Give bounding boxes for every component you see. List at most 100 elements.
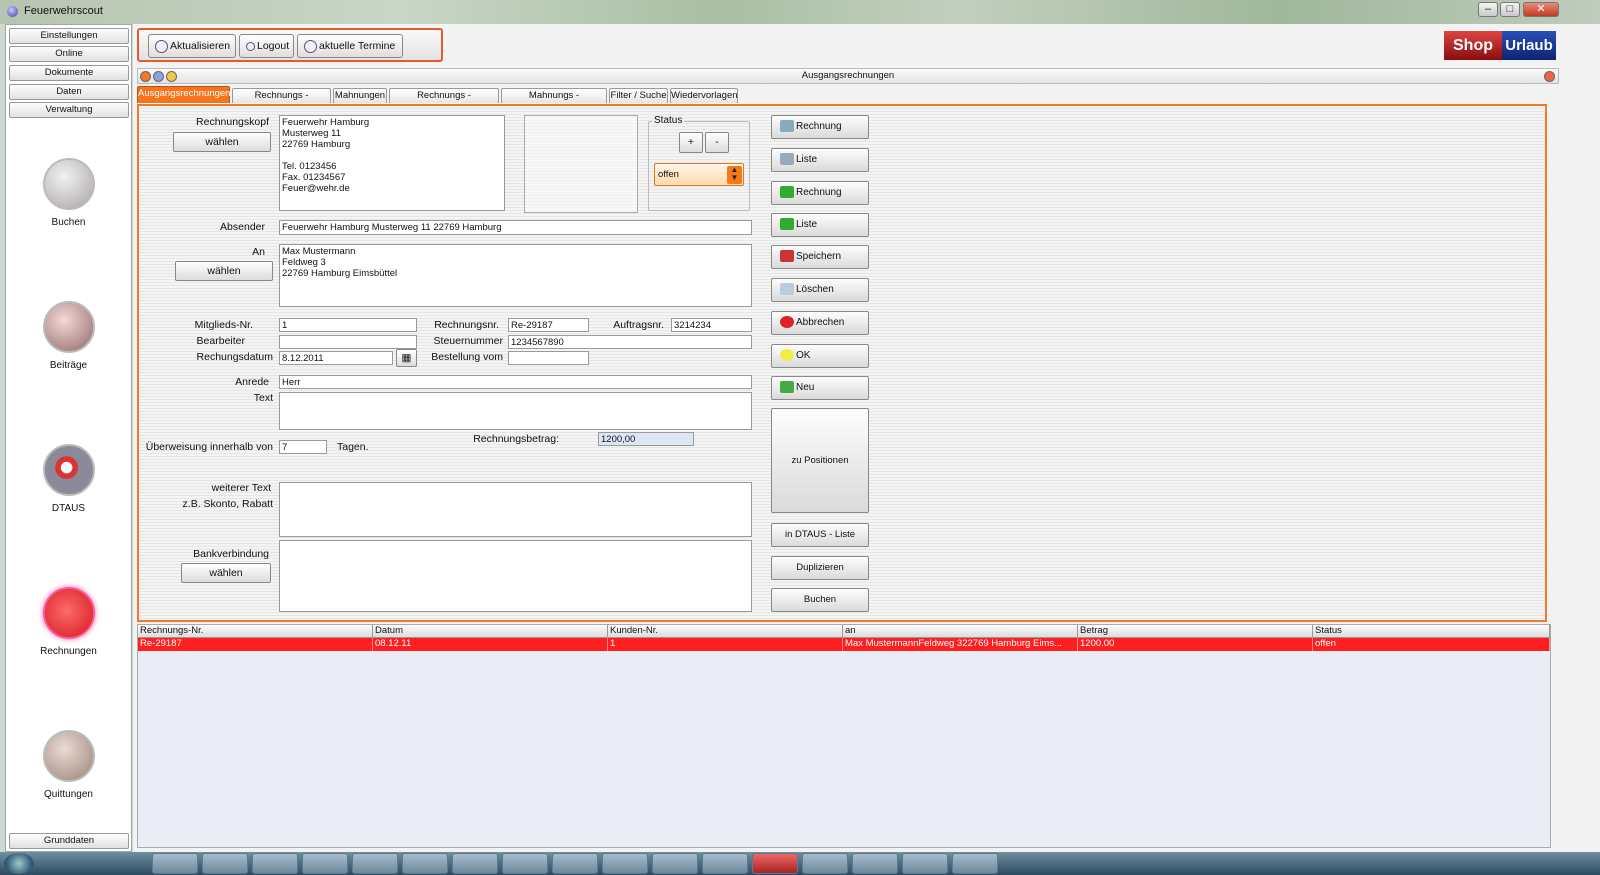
absender-field[interactable]: Feuerwehr Hamburg Musterweg 11 22769 Ham… bbox=[279, 220, 752, 235]
taskbar-app-icon[interactable] bbox=[552, 853, 598, 874]
panel-close-icon[interactable] bbox=[1544, 71, 1555, 82]
logout-button[interactable]: Logout bbox=[239, 34, 294, 58]
receipt-icon[interactable] bbox=[43, 730, 95, 782]
email-list-button[interactable]: Liste bbox=[771, 213, 869, 237]
maximize-button[interactable]: □ bbox=[1500, 2, 1520, 17]
menu-online[interactable]: Online bbox=[9, 46, 129, 62]
anrede-field[interactable]: Herr bbox=[279, 375, 752, 389]
print-list-button[interactable]: Liste bbox=[771, 148, 869, 172]
disc-icon[interactable] bbox=[43, 444, 95, 496]
cancel-button[interactable]: Abbrechen bbox=[771, 311, 869, 335]
taskbar-app-icon[interactable] bbox=[852, 853, 898, 874]
mitglied-field[interactable]: 1 bbox=[279, 318, 417, 332]
save-button[interactable]: Speichern bbox=[771, 245, 869, 269]
auftragsnr-field[interactable]: 3214234 bbox=[671, 318, 752, 332]
new-button[interactable]: Neu bbox=[771, 376, 869, 400]
taskbar-app-icon[interactable] bbox=[502, 853, 548, 874]
bestellung-field[interactable] bbox=[508, 351, 589, 365]
taskbar-app-icon[interactable] bbox=[302, 853, 348, 874]
start-button-icon[interactable] bbox=[4, 853, 34, 874]
taskbar-app-icon[interactable] bbox=[402, 853, 448, 874]
tab-ausgangsrechnungen[interactable]: Ausgangsrechnungen bbox=[137, 86, 230, 103]
taskbar-app-icon[interactable] bbox=[252, 853, 298, 874]
book-button[interactable]: Buchen bbox=[771, 588, 869, 612]
table-row[interactable]: Re-29187 08.12.11 1 Max MustermannFeldwe… bbox=[138, 638, 1550, 651]
print-invoice-label: Rechnung bbox=[796, 121, 842, 132]
tab-rechnungs-einstellungen[interactable]: Rechnungs - Einstellungen bbox=[389, 88, 499, 115]
status-minus-button[interactable]: - bbox=[705, 132, 729, 153]
col-header-betrag[interactable]: Betrag bbox=[1078, 625, 1313, 638]
menu-verwaltung[interactable]: Verwaltung bbox=[9, 102, 129, 118]
taskbar-app-icon[interactable] bbox=[202, 853, 248, 874]
refresh-button[interactable]: Aktualisieren bbox=[148, 34, 236, 58]
col-header-status[interactable]: Status bbox=[1313, 625, 1550, 638]
gauge-icon[interactable] bbox=[43, 301, 95, 353]
shop-banner[interactable]: Shop Urlaub bbox=[1444, 31, 1556, 60]
invoice-icon[interactable] bbox=[43, 587, 95, 639]
nav-label-dtaus[interactable]: DTAUS bbox=[6, 503, 131, 514]
menu-grunddaten[interactable]: Grunddaten bbox=[9, 833, 129, 849]
dtaus-list-button[interactable]: in DTAUS - Liste bbox=[771, 523, 869, 547]
status-plus-button[interactable]: + bbox=[679, 132, 703, 153]
minimize-button[interactable]: – bbox=[1478, 2, 1498, 17]
panel-close-dot-icon[interactable] bbox=[140, 71, 151, 82]
panel-title: Ausgangsrechnungen bbox=[801, 70, 895, 81]
panel-maximize-dot-icon[interactable] bbox=[166, 71, 177, 82]
refresh-icon bbox=[155, 39, 168, 53]
col-header-an[interactable]: an bbox=[843, 625, 1078, 638]
weiterer-text-field[interactable] bbox=[279, 482, 752, 537]
taskbar-app-icon[interactable] bbox=[352, 853, 398, 874]
book-icon[interactable] bbox=[43, 158, 95, 210]
an-select-button[interactable]: wählen bbox=[175, 261, 273, 281]
ueberweisung-field[interactable]: 7 bbox=[279, 440, 327, 454]
shop-label[interactable]: Shop bbox=[1444, 31, 1502, 60]
nav-label-quittungen[interactable]: Quittungen bbox=[6, 789, 131, 800]
steuernummer-field[interactable]: 1234567890 bbox=[508, 335, 752, 349]
delete-button[interactable]: Löschen bbox=[771, 278, 869, 302]
panel-minimize-dot-icon[interactable] bbox=[153, 71, 164, 82]
rechnungskopf-field[interactable]: Feuerwehr Hamburg Musterweg 11 22769 Ham… bbox=[279, 115, 505, 211]
close-button[interactable]: ✕ bbox=[1523, 2, 1559, 17]
to-positions-button[interactable]: zu Positionen bbox=[771, 408, 869, 513]
an-field[interactable]: Max Mustermann Feldweg 3 22769 Hamburg E… bbox=[279, 244, 752, 307]
taskbar-app-icon[interactable] bbox=[752, 853, 798, 874]
duplicate-button[interactable]: Duplizieren bbox=[771, 556, 869, 580]
taskbar-app-icon[interactable] bbox=[702, 853, 748, 874]
appointments-button[interactable]: aktuelle Termine bbox=[297, 34, 403, 58]
calendar-picker-icon[interactable]: ▦ bbox=[396, 349, 417, 367]
taskbar-app-icon[interactable] bbox=[452, 853, 498, 874]
urlaub-label[interactable]: Urlaub bbox=[1502, 31, 1556, 60]
tab-wiedervorlagen[interactable]: Wiedervorlagen bbox=[670, 88, 738, 103]
menu-dokumente[interactable]: Dokumente bbox=[9, 65, 129, 81]
col-header-kundennr[interactable]: Kunden-Nr. bbox=[608, 625, 843, 638]
col-header-rechnungsnr[interactable]: Rechnungs-Nr. bbox=[138, 625, 373, 638]
taskbar-app-icon[interactable] bbox=[602, 853, 648, 874]
taskbar-app-icon[interactable] bbox=[152, 853, 198, 874]
taskbar-app-icon[interactable] bbox=[652, 853, 698, 874]
col-header-datum[interactable]: Datum bbox=[373, 625, 608, 638]
menu-einstellungen[interactable]: Einstellungen bbox=[9, 28, 129, 44]
nav-label-buchen[interactable]: Buchen bbox=[6, 217, 131, 228]
bearbeiter-field[interactable] bbox=[279, 335, 417, 349]
taskbar-app-icon[interactable] bbox=[902, 853, 948, 874]
datum-field[interactable]: 8.12.2011 bbox=[279, 351, 393, 365]
ok-button[interactable]: OK bbox=[771, 344, 869, 368]
status-select[interactable]: offen ▲ ▼ bbox=[654, 163, 744, 186]
email-invoice-button[interactable]: Rechnung bbox=[771, 181, 869, 205]
menu-daten[interactable]: Daten bbox=[9, 84, 129, 100]
ok-label: OK bbox=[796, 350, 811, 361]
tab-filter-suche[interactable]: Filter / Suche bbox=[609, 88, 668, 103]
nav-label-rechnungen[interactable]: Rechnungen bbox=[6, 646, 131, 657]
text-field[interactable] bbox=[279, 392, 752, 430]
bank-select-button[interactable]: wählen bbox=[181, 563, 271, 583]
taskbar-app-icon[interactable] bbox=[802, 853, 848, 874]
rechnungskopf-select-button[interactable]: wählen bbox=[173, 132, 271, 152]
tab-rechnungs-positionen[interactable]: Rechnungs - Positionen bbox=[232, 88, 331, 115]
rechnungsnr-field[interactable]: Re-29187 bbox=[508, 318, 589, 332]
bank-field[interactable] bbox=[279, 540, 752, 612]
tab-mahnungen[interactable]: Mahnungen bbox=[333, 88, 387, 103]
taskbar-app-icon[interactable] bbox=[952, 853, 998, 874]
print-invoice-button[interactable]: Rechnung bbox=[771, 115, 869, 139]
nav-label-beitraege[interactable]: Beiträge bbox=[6, 360, 131, 371]
tab-mahnungs-einstellungen[interactable]: Mahnungs - Einstellungen bbox=[501, 88, 607, 115]
